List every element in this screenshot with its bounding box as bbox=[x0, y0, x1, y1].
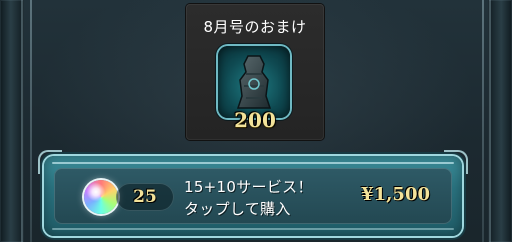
purchase-inner-panel: 25 15+10サービス！ タップして購入 ¥1,500 bbox=[54, 168, 452, 224]
purchase-button[interactable]: 25 15+10サービス！ タップして購入 ¥1,500 bbox=[38, 150, 468, 236]
left-divider bbox=[30, 0, 32, 242]
right-frame-rail bbox=[488, 0, 512, 242]
left-frame-rail bbox=[0, 0, 24, 242]
game-shop-screen: 8月号のおまけ 200 25 15+10サービス！ タップして購入 ¥1,500 bbox=[0, 0, 512, 242]
orb-count: 25 bbox=[133, 187, 157, 207]
right-divider bbox=[482, 0, 484, 242]
offer-title: 15+10サービス！ bbox=[184, 178, 313, 196]
rainbow-orb-icon bbox=[84, 180, 118, 214]
bonus-title: 8月号のおまけ bbox=[203, 18, 307, 36]
bonus-card: 8月号のおまけ 200 bbox=[186, 4, 324, 140]
offer-subtitle: タップして購入 bbox=[184, 200, 291, 218]
bonus-item-count: 200 bbox=[234, 108, 276, 132]
price-label: ¥1,500 bbox=[361, 184, 430, 205]
